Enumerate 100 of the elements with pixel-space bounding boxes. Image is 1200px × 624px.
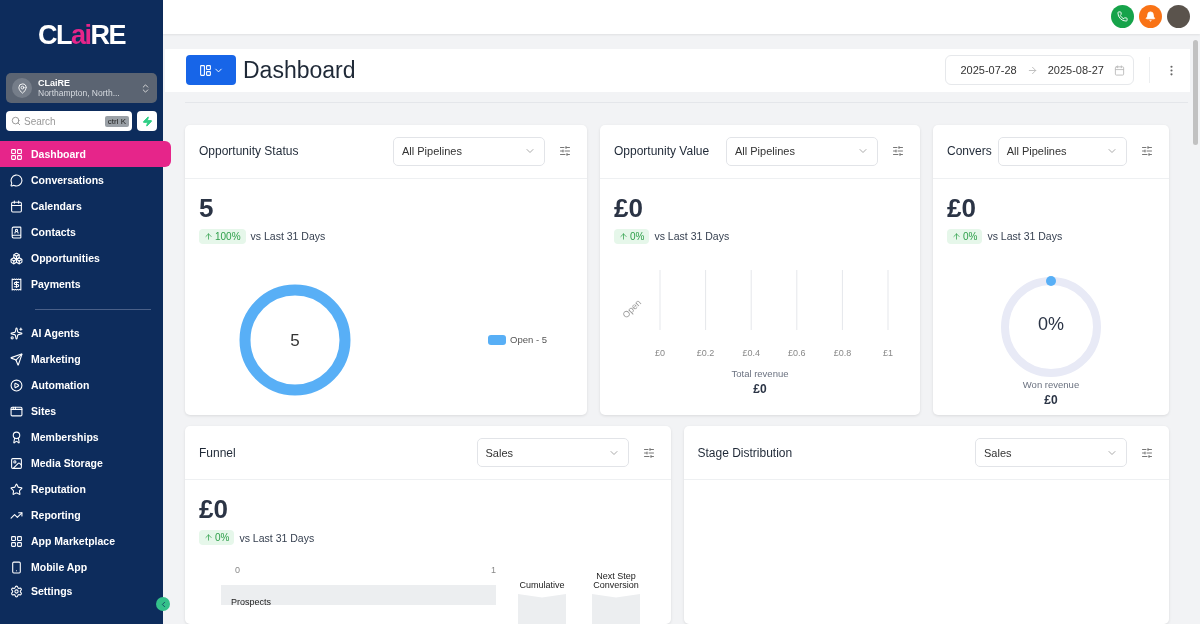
nav-icon	[10, 199, 23, 213]
sliders-icon	[1141, 145, 1153, 158]
axis-tick-label: £0.2	[696, 347, 715, 358]
pipeline-select[interactable]: All Pipelines	[393, 136, 545, 166]
total-value: £0	[753, 381, 767, 396]
nav-icon	[10, 584, 23, 598]
lightning-icon	[141, 115, 153, 127]
collapse-sidebar-button[interactable]	[156, 597, 170, 611]
axis-tick-label: £0	[655, 347, 665, 358]
nav-icon	[10, 534, 23, 548]
date-range-picker[interactable]: 2025-07-28 2025-08-27	[945, 55, 1134, 86]
nav-icon	[10, 225, 23, 239]
sliders-icon	[559, 145, 571, 158]
logo: CLaiRE	[37, 20, 125, 51]
nav-item[interactable]: Opportunities	[0, 245, 171, 271]
change-badge: 0%	[199, 530, 235, 545]
pipeline-select[interactable]: Sales	[975, 438, 1127, 467]
nav-icon	[10, 378, 23, 392]
pipeline-select[interactable]: All Pipelines	[726, 136, 878, 166]
axis-tick-label: £0.6	[788, 347, 806, 358]
comparison-text: vs Last 31 Days	[250, 230, 326, 243]
nav-icon	[10, 251, 23, 265]
nav-item[interactable]: App Marketplace	[0, 528, 171, 554]
donut-center-value: 5	[290, 330, 300, 350]
bell-icon	[1145, 11, 1156, 23]
column-header: Next Step Conversion	[592, 572, 640, 590]
legend-swatch	[488, 334, 507, 345]
card-title: Stage Distribution	[697, 445, 794, 460]
nav-item[interactable]: Automation	[0, 372, 171, 398]
notifications-button[interactable]	[1139, 5, 1162, 29]
pipeline-select[interactable]: All Pipelines	[997, 136, 1127, 166]
nav-item[interactable]: Contacts	[0, 219, 171, 245]
user-avatar[interactable]	[1167, 5, 1190, 29]
metric-value: £0	[199, 494, 229, 525]
card-title: Convers	[947, 144, 992, 159]
stage-label: Prospects	[231, 597, 272, 607]
chevrons-up-down-icon	[140, 82, 151, 94]
comparison-text: vs Last 31 Days	[987, 230, 1063, 243]
axis-tick-label: 0	[235, 565, 240, 575]
nav-item[interactable]: Sites	[0, 398, 171, 424]
search-icon	[11, 116, 21, 126]
card-title: Funnel	[199, 445, 237, 460]
page-title: Dashboard	[243, 56, 357, 84]
shortcut-hint: ctrl K	[104, 115, 129, 127]
change-badge: 0%	[947, 228, 983, 244]
sliders-icon	[1141, 446, 1153, 459]
nav-item[interactable]: Dashboard	[0, 141, 171, 167]
nav-item[interactable]: Mobile App	[0, 554, 171, 580]
quick-action-button[interactable]	[137, 111, 157, 131]
layout-menu-button[interactable]	[186, 55, 236, 86]
nav-icon	[10, 456, 23, 470]
nav-icon	[10, 277, 23, 291]
comparison-text: vs Last 31 Days	[239, 531, 315, 544]
nav-icon	[10, 482, 23, 496]
column-header: Cumulative	[519, 581, 565, 590]
axis-tick-label: 1	[491, 565, 496, 575]
nav-item[interactable]: Conversations	[0, 167, 171, 193]
nav-item[interactable]: Payments	[0, 271, 171, 297]
axis-tick-label: £1	[883, 347, 893, 358]
gauge-value: 0%	[1038, 313, 1064, 335]
total-value: £0	[1044, 392, 1058, 407]
nav-item[interactable]: Marketing	[0, 346, 171, 372]
nav-item[interactable]: Calendars	[0, 193, 171, 219]
nav-icon	[10, 352, 23, 366]
nav-item[interactable]: Media Storage	[0, 450, 171, 476]
calendar-icon	[1114, 64, 1125, 76]
metric-value: 5	[199, 192, 215, 224]
nav-icon	[10, 404, 23, 418]
nav-icon	[10, 430, 23, 444]
layout-icon	[198, 63, 212, 77]
change-badge: 0%	[614, 228, 650, 244]
sliders-icon	[642, 446, 655, 459]
nav-icon	[10, 173, 23, 187]
arrow-right-icon	[1026, 64, 1038, 76]
nav-item[interactable]: Reporting	[0, 502, 171, 528]
axis-tick-label: £0.8	[833, 347, 852, 358]
pipeline-select[interactable]: Sales	[476, 438, 629, 467]
account-name: CLaiRE	[38, 78, 71, 88]
card-title: Opportunity Value	[614, 144, 711, 159]
card-title: Opportunity Status	[199, 144, 300, 159]
nav-item[interactable]: Settings	[0, 580, 171, 602]
account-switcher[interactable]: CLaiRE Northampton, North...	[6, 73, 157, 103]
account-location: Northampton, North...	[38, 88, 121, 98]
location-pin-icon	[16, 82, 28, 94]
nav-icon	[10, 560, 23, 574]
metric-value: £0	[614, 192, 644, 224]
nav-icon	[10, 147, 23, 161]
change-badge: 100%	[199, 228, 246, 244]
nav-item[interactable]: AI Agents	[0, 320, 171, 346]
nav-item[interactable]: Reputation	[0, 476, 171, 502]
total-label: Total revenue	[731, 367, 789, 379]
comparison-text: vs Last 31 Days	[654, 230, 730, 243]
scrollbar[interactable]	[1193, 40, 1198, 145]
axis-tick-label: £0.4	[742, 347, 760, 358]
sliders-icon	[892, 145, 904, 158]
phone-button[interactable]	[1111, 5, 1134, 29]
total-label: Won revenue	[1022, 378, 1080, 390]
nav-item[interactable]: Memberships	[0, 424, 171, 450]
search-field[interactable]: Search ctrl K	[6, 111, 132, 131]
phone-icon	[1117, 11, 1128, 23]
